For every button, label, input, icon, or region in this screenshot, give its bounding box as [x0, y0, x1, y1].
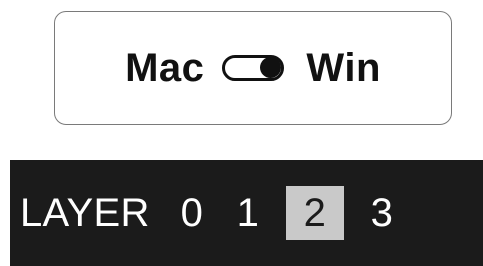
os-switch[interactable] [222, 55, 285, 81]
switch-knob [260, 57, 282, 78]
layer-item-2[interactable]: 2 [285, 186, 344, 240]
layer-items: 0 1 2 3 [164, 185, 410, 241]
mac-label[interactable]: Mac [125, 48, 204, 88]
layer-item-3[interactable]: 3 [354, 185, 410, 241]
layer-item-0[interactable]: 0 [164, 185, 220, 241]
layer-item-1[interactable]: 1 [220, 185, 276, 241]
win-label[interactable]: Win [306, 48, 380, 88]
layer-title: LAYER [20, 191, 150, 235]
layer-selector-bar: LAYER 0 1 2 3 [10, 160, 483, 266]
os-toggle-card: Mac Win [54, 11, 452, 125]
